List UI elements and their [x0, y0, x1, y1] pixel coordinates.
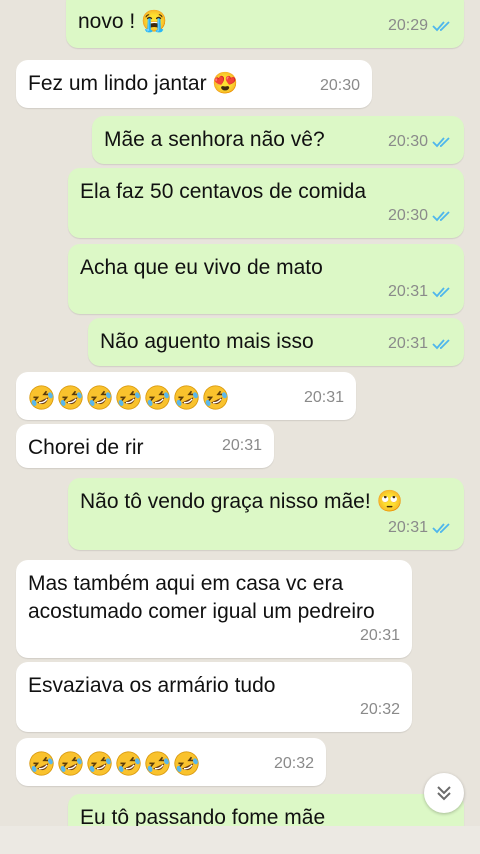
message-text: Não tô vendo graça nisso mãe! 🙄 — [80, 490, 403, 513]
message-bubble[interactable]: Não tô vendo graça nisso mãe! 🙄 20:31 — [68, 478, 464, 550]
message-text: Mas também aqui em casa vc era acostumad… — [28, 572, 375, 623]
rolling-on-floor-laughing-emoji — [87, 751, 112, 776]
message-text: Não aguento mais isso — [100, 330, 314, 353]
message-bubble[interactable]: Esvaziava os armário tudo 20:32 — [16, 662, 412, 732]
time-text: 20:32 — [273, 755, 314, 772]
time-text: 20:30 — [387, 133, 428, 150]
message-bubble[interactable]: Chorei de rir 20:31 — [16, 424, 274, 468]
rolling-on-floor-laughing-emoji — [116, 751, 141, 776]
double-check-icon — [432, 287, 450, 298]
time-text: 20:31 — [359, 627, 400, 644]
emoji-row — [28, 382, 344, 411]
time-text: 20:31 — [221, 437, 262, 454]
time-text: 20:29 — [387, 17, 428, 34]
rolling-on-floor-laughing-emoji — [58, 385, 83, 410]
message-text: Fez um lindo jantar 😍 — [28, 72, 239, 95]
double-check-icon — [432, 21, 450, 32]
message-time: 20:31 — [388, 330, 452, 358]
message-bubble[interactable]: Não aguento mais isso 20:31 — [88, 318, 464, 366]
message-time: 20:31 — [360, 622, 400, 650]
time-text: 20:30 — [387, 207, 428, 224]
message-bubble[interactable]: 20:32 — [16, 738, 326, 786]
rolling-on-floor-laughing-emoji — [174, 385, 199, 410]
rolling-on-floor-laughing-emoji — [29, 751, 54, 776]
message-time: 20:31 — [388, 514, 452, 542]
chat-area: novo ! 😭 20:29 Fez um lindo jantar 😍 20:… — [0, 0, 480, 854]
message-time: 20:31 — [304, 384, 344, 412]
message-time: 20:30 — [320, 72, 360, 100]
time-text: 20:31 — [387, 283, 428, 300]
emoji-row — [28, 748, 314, 777]
time-text: 20:31 — [387, 519, 428, 536]
message-text: Mãe a senhora não vê? — [104, 128, 325, 151]
double-check-icon — [432, 339, 450, 350]
rolling-on-floor-laughing-emoji — [203, 385, 228, 410]
rolling-on-floor-laughing-emoji — [87, 385, 112, 410]
time-text: 20:31 — [387, 335, 428, 352]
rolling-on-floor-laughing-emoji — [29, 385, 54, 410]
rolling-on-floor-laughing-emoji — [174, 751, 199, 776]
message-text: Chorei de rir — [28, 436, 144, 459]
double-check-icon — [432, 211, 450, 222]
time-text: 20:30 — [319, 77, 360, 94]
message-time: 20:31 — [222, 432, 262, 460]
double-check-icon — [432, 523, 450, 534]
scroll-to-bottom-button[interactable] — [424, 773, 464, 813]
time-text: 20:32 — [359, 701, 400, 718]
message-time: 20:30 — [388, 128, 452, 156]
double-check-icon — [432, 137, 450, 148]
message-bubble[interactable]: Ela faz 50 centavos de comida 20:30 — [68, 168, 464, 238]
message-text: novo ! 😭 — [78, 10, 168, 33]
double-chevron-down-icon — [437, 786, 451, 801]
message-time: 20:29 — [388, 12, 452, 40]
message-time: 20:32 — [274, 750, 314, 778]
rolling-on-floor-laughing-emoji — [58, 751, 83, 776]
message-bubble[interactable]: Mas também aqui em casa vc era acostumad… — [16, 560, 412, 658]
message-time: 20:31 — [388, 278, 452, 306]
message-bubble[interactable]: Mãe a senhora não vê? 20:30 — [92, 116, 464, 164]
message-time: 20:30 — [388, 202, 452, 230]
message-time: 20:32 — [360, 696, 400, 724]
rolling-on-floor-laughing-emoji — [116, 385, 141, 410]
time-text: 20:31 — [303, 389, 344, 406]
message-bubble[interactable]: Acha que eu vivo de mato 20:31 — [68, 244, 464, 314]
message-text: Ela faz 50 centavos de comida — [80, 180, 367, 203]
message-text: Acha que eu vivo de mato — [80, 256, 323, 279]
rolling-on-floor-laughing-emoji — [145, 751, 170, 776]
bottom-edge — [0, 826, 480, 854]
message-bubble[interactable]: novo ! 😭 20:29 — [66, 0, 464, 48]
message-bubble[interactable]: Fez um lindo jantar 😍 20:30 — [16, 60, 372, 108]
rolling-on-floor-laughing-emoji — [145, 385, 170, 410]
message-bubble[interactable]: 20:31 — [16, 372, 356, 420]
message-text: Esvaziava os armário tudo — [28, 674, 276, 697]
